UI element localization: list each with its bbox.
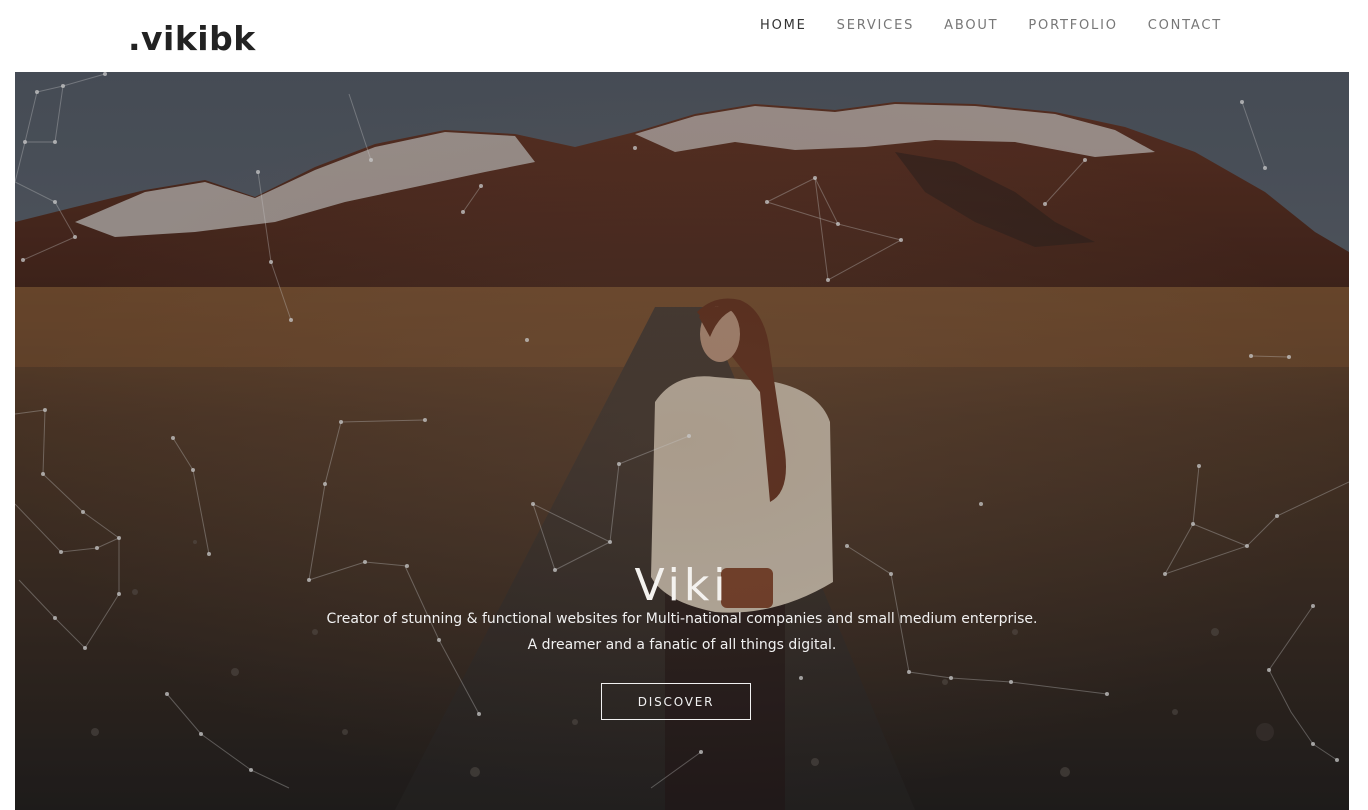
site-header: .vikibk HOME SERVICES ABOUT PORTFOLIO CO…	[0, 0, 1368, 72]
nav-portfolio[interactable]: PORTFOLIO	[1028, 18, 1117, 34]
main-nav: HOME SERVICES ABOUT PORTFOLIO CONTACT	[760, 18, 1222, 34]
nav-services[interactable]: SERVICES	[837, 18, 914, 34]
hero-section: Viki Creator of stunning & functional we…	[15, 72, 1349, 810]
nav-about[interactable]: ABOUT	[944, 18, 998, 34]
discover-button[interactable]: DISCOVER	[601, 683, 751, 720]
hero-title: Viki	[634, 560, 730, 612]
hero-tagline-line1: Creator of stunning & functional website…	[326, 611, 1038, 627]
nav-contact[interactable]: CONTACT	[1148, 18, 1222, 34]
hero-tagline-line2: A dreamer and a fanatic of all things di…	[527, 637, 837, 653]
site-logo[interactable]: .vikibk	[128, 18, 256, 60]
nav-home[interactable]: HOME	[760, 18, 807, 34]
